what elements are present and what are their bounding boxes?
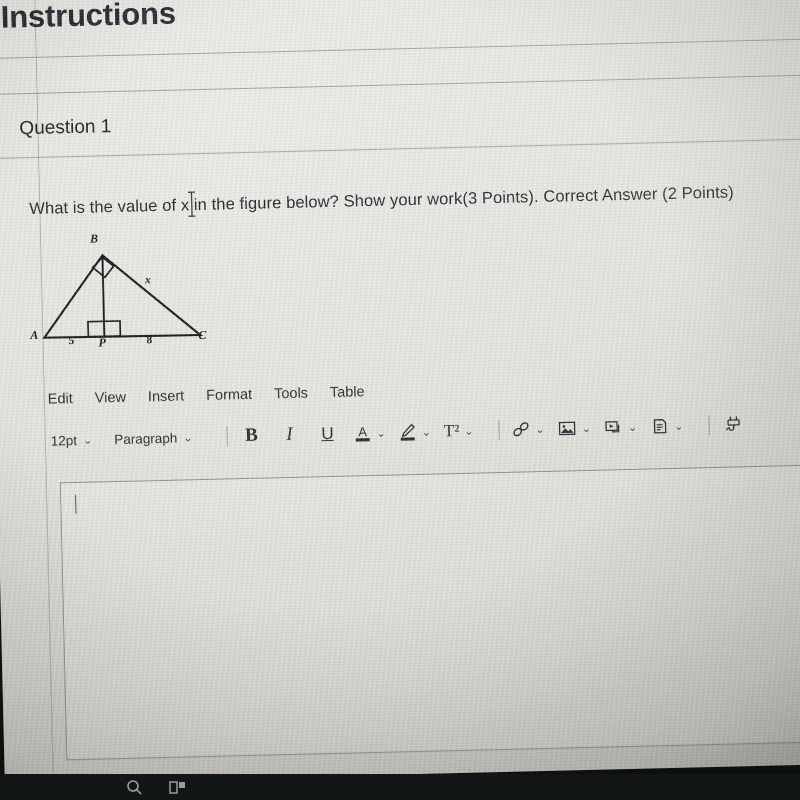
text-color-icon: A (355, 424, 370, 442)
embed-plug-button[interactable] (721, 412, 746, 437)
figure-vertex-label-b: B (89, 231, 99, 246)
chevron-down-icon: ⌄ (82, 434, 93, 447)
chevron-down-icon: ⌄ (627, 421, 638, 434)
answer-editor-body[interactable] (59, 464, 800, 761)
menu-item-insert[interactable]: Insert (148, 388, 185, 405)
figure-vertex-label-c: C (198, 327, 207, 343)
bold-button[interactable]: B (239, 424, 264, 449)
search-icon[interactable] (126, 779, 143, 796)
block-format-value: Paragraph (114, 430, 178, 447)
underline-icon: U (321, 423, 334, 444)
menu-item-format[interactable]: Format (206, 387, 252, 404)
menu-item-table[interactable]: Table (330, 384, 365, 401)
os-taskbar[interactable] (0, 774, 800, 800)
chevron-down-icon: ⌄ (464, 425, 474, 438)
media-icon (605, 421, 620, 433)
page-left-margin-rule (33, 0, 54, 773)
figure-length-ap: 5 (68, 335, 75, 348)
editor-toolbar[interactable]: 12pt ⌄ Paragraph ⌄ B I U A ⌄ ⌄ T² ⌄ ⌄ ⌄ … (50, 411, 790, 452)
image-icon (558, 421, 576, 436)
question-heading: Question 1 (19, 116, 112, 140)
document-icon (653, 419, 666, 434)
figure-vertex-label-a: A (30, 327, 39, 343)
toolbar-separator (226, 426, 228, 447)
chevron-down-icon: ⌄ (421, 426, 432, 439)
editor-menubar[interactable]: Edit View Insert Format Tools Table (48, 384, 365, 407)
figure-point-label-p: P (98, 335, 106, 350)
underline-button[interactable]: U (315, 422, 340, 447)
chevron-down-icon: ⌄ (376, 427, 386, 440)
question-prompt-text: What is the value of x in the figure bel… (29, 183, 734, 219)
font-size-value: 12pt (50, 432, 78, 449)
embed-plug-icon (725, 416, 740, 431)
bold-icon: B (244, 424, 259, 447)
menu-item-edit[interactable]: Edit (48, 391, 73, 408)
insert-media-control[interactable]: ⌄ (604, 418, 638, 437)
chevron-down-icon: ⌄ (535, 423, 545, 436)
divider-rule-under-question-title (0, 137, 800, 159)
figure-label-x: x (144, 274, 151, 287)
task-view-icon[interactable] (169, 780, 186, 795)
chevron-down-icon: ⌄ (183, 431, 193, 444)
superscript-control[interactable]: T² ⌄ (444, 421, 474, 442)
geometry-figure: B A C P 5 8 x (28, 230, 231, 360)
figure-length-pc: 8 (146, 334, 153, 347)
svg-text:A: A (358, 424, 367, 439)
toolbar-separator (498, 420, 500, 441)
chevron-down-icon: ⌄ (581, 422, 592, 435)
block-format-select[interactable]: Paragraph ⌄ (114, 430, 193, 447)
italic-button[interactable]: I (277, 423, 302, 448)
text-caret (75, 495, 77, 515)
screen-photo: Instructions Question 1 What is the valu… (0, 0, 800, 800)
menu-item-tools[interactable]: Tools (274, 386, 308, 403)
highlight-color-control[interactable]: ⌄ (398, 422, 431, 443)
lms-assignment-screen: Instructions Question 1 What is the valu… (0, 0, 800, 784)
link-icon (513, 422, 529, 437)
mouse-ibeam-cursor (187, 191, 196, 217)
menu-item-view[interactable]: View (95, 390, 127, 407)
insert-link-control[interactable]: ⌄ (511, 420, 545, 439)
divider-rule-top (0, 37, 800, 59)
page-title: Instructions (0, 0, 177, 35)
text-color-control[interactable]: A ⌄ (353, 423, 386, 444)
italic-icon: I (286, 423, 293, 446)
toolbar-separator (708, 415, 710, 436)
superscript-icon: T² (443, 420, 460, 441)
chevron-down-icon: ⌄ (674, 420, 684, 433)
font-size-select[interactable]: 12pt ⌄ (51, 432, 93, 448)
highlight-pen-icon (400, 423, 415, 441)
insert-image-control[interactable]: ⌄ (558, 419, 592, 438)
divider-rule-under-instructions (0, 73, 800, 95)
insert-document-control[interactable]: ⌄ (650, 417, 684, 436)
